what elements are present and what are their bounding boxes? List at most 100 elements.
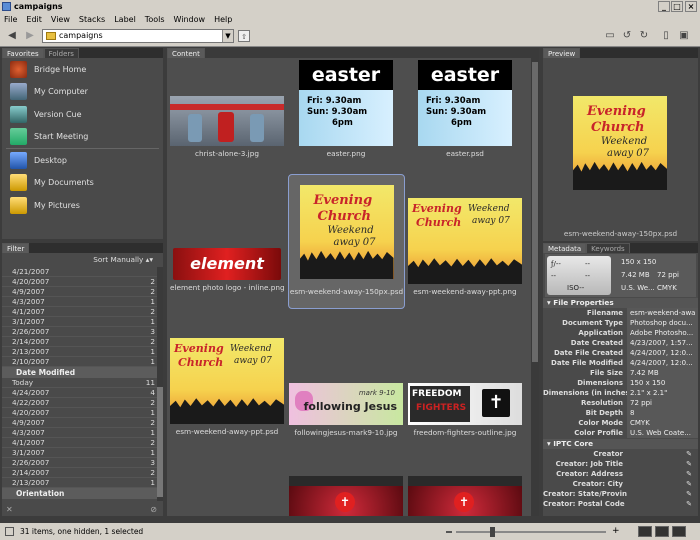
scrollbar-thumb[interactable] bbox=[157, 387, 163, 497]
section-file-properties[interactable]: ▾ File Properties bbox=[543, 298, 698, 308]
tab-metadata[interactable]: Metadata bbox=[543, 243, 587, 253]
edit-pencil-icon[interactable]: ✎ bbox=[686, 479, 692, 489]
clear-filter-icon[interactable]: ✕ bbox=[6, 505, 13, 514]
iptc-row[interactable]: Creator: Address ✎ bbox=[543, 469, 698, 479]
filter-row[interactable]: Today 11 bbox=[2, 378, 163, 388]
favorite-my-documents[interactable]: My Documents bbox=[2, 172, 163, 195]
filter-row[interactable]: 4/24/2007 4 bbox=[2, 388, 163, 398]
view-filmstrip-icon[interactable] bbox=[638, 526, 652, 537]
zoom-in-icon[interactable]: + bbox=[612, 526, 620, 536]
minimize-button[interactable]: _ bbox=[658, 1, 670, 12]
sort-dropdown[interactable]: Sort Manually ▴▾ bbox=[2, 253, 163, 267]
edit-pencil-icon[interactable]: ✎ bbox=[686, 449, 692, 459]
filter-row-count: 4 bbox=[150, 388, 155, 397]
tab-content[interactable]: Content bbox=[167, 48, 205, 58]
tab-folders[interactable]: Folders bbox=[43, 48, 79, 58]
edit-pencil-icon[interactable]: ✎ bbox=[686, 489, 692, 499]
thumbnail-item[interactable]: ✝ bbox=[408, 476, 522, 516]
menu-edit[interactable]: Edit bbox=[26, 13, 42, 26]
filter-row[interactable]: 2/13/2007 1 bbox=[2, 478, 163, 488]
rotate-left-icon[interactable]: ↺ bbox=[621, 30, 633, 42]
view-list-icon[interactable] bbox=[672, 526, 686, 537]
thumbnail-size-slider[interactable] bbox=[456, 527, 606, 537]
tab-filter[interactable]: Filter bbox=[2, 243, 30, 253]
go-up-folder-icon[interactable]: ⇧ bbox=[238, 30, 250, 42]
iptc-row[interactable]: Creator: Postal Code ✎ bbox=[543, 499, 698, 509]
filter-row[interactable]: 3/1/2007 1 bbox=[2, 448, 163, 458]
favorite-desktop[interactable]: Desktop bbox=[2, 149, 163, 172]
iptc-row[interactable]: Creator: Job Title ✎ bbox=[543, 459, 698, 469]
filter-row[interactable]: 4/20/2007 2 bbox=[2, 277, 163, 287]
favorite-version-cue[interactable]: Version Cue bbox=[2, 103, 163, 126]
tab-keywords[interactable]: Keywords bbox=[586, 243, 630, 253]
thumbnail-item[interactable]: easter Fri: 9.30am Sun: 9.30am 6pm easte… bbox=[408, 60, 522, 158]
filter-row[interactable]: 4/20/2007 1 bbox=[2, 408, 163, 418]
content-scrollbar[interactable] bbox=[531, 58, 539, 516]
thumbnail-item[interactable]: ✝ bbox=[289, 476, 403, 516]
menu-window[interactable]: Window bbox=[174, 13, 206, 26]
thumbnail-item[interactable]: Evening Church Weekend away 07 esm-weeke… bbox=[170, 338, 284, 436]
menu-stacks[interactable]: Stacks bbox=[79, 13, 105, 26]
favorite-start-meeting[interactable]: Start Meeting bbox=[2, 126, 163, 149]
pin-filter-icon[interactable]: ⊘ bbox=[150, 505, 157, 514]
thumbnail-item[interactable]: FREEDOM FIGHTERS ✝ freedom-fighters-outl… bbox=[408, 383, 522, 437]
iptc-row[interactable]: Creator: State/Province ✎ bbox=[543, 489, 698, 499]
metadata-value: esm-weekend-awa bbox=[627, 308, 698, 318]
thumbnail-item[interactable]: element element photo logo - inline.png bbox=[170, 248, 285, 292]
rotate-right-icon[interactable]: ↻ bbox=[638, 30, 650, 42]
thumbnail-item-selected[interactable]: Evening Church Weekend away 07 esm-weeke… bbox=[288, 174, 405, 309]
thumbnail-item[interactable]: mark 9-10 following Jesus followingjesus… bbox=[289, 383, 403, 437]
filter-row[interactable]: 4/1/2007 2 bbox=[2, 307, 163, 317]
filter-category-date-modified[interactable]: Date Modified bbox=[2, 367, 163, 378]
iptc-row[interactable]: Creator ✎ bbox=[543, 449, 698, 459]
filter-category-orientation[interactable]: Orientation bbox=[2, 488, 163, 499]
menu-view[interactable]: View bbox=[51, 13, 70, 26]
maximize-button[interactable]: □ bbox=[671, 1, 683, 12]
view-details-icon[interactable] bbox=[655, 526, 669, 537]
section-iptc-core[interactable]: ▾ IPTC Core bbox=[543, 439, 698, 449]
menu-label[interactable]: Label bbox=[114, 13, 136, 26]
filter-row[interactable]: 4/3/2007 1 bbox=[2, 428, 163, 438]
filter-row[interactable]: 4/22/2007 2 bbox=[2, 398, 163, 408]
edit-pencil-icon[interactable]: ✎ bbox=[686, 469, 692, 479]
filter-row[interactable]: 4/9/2007 2 bbox=[2, 287, 163, 297]
menu-file[interactable]: File bbox=[4, 13, 17, 26]
tab-preview[interactable]: Preview bbox=[543, 48, 581, 58]
tab-favorites[interactable]: Favorites bbox=[2, 48, 44, 58]
trash-icon[interactable]: ▯ bbox=[660, 30, 672, 42]
filter-row[interactable]: 4/3/2007 1 bbox=[2, 297, 163, 307]
filter-row[interactable]: 4/21/2007 bbox=[2, 267, 163, 277]
filter-row[interactable]: 2/10/2007 1 bbox=[2, 357, 163, 367]
menu-help[interactable]: Help bbox=[214, 13, 232, 26]
menu-tools[interactable]: Tools bbox=[145, 13, 165, 26]
edit-pencil-icon[interactable]: ✎ bbox=[686, 499, 692, 509]
thumbnail-item[interactable]: christ-alone-3.jpg bbox=[170, 60, 284, 158]
filter-row[interactable]: 2/26/2007 3 bbox=[2, 327, 163, 337]
filter-row[interactable]: 4/1/2007 2 bbox=[2, 438, 163, 448]
filter-row[interactable]: 2/14/2007 2 bbox=[2, 468, 163, 478]
filter-scrollbar[interactable] bbox=[157, 267, 163, 501]
filter-row[interactable]: 3/1/2007 1 bbox=[2, 317, 163, 327]
zoom-out-icon[interactable] bbox=[446, 531, 452, 533]
filter-row[interactable]: 4/9/2007 2 bbox=[2, 418, 163, 428]
filter-row[interactable]: 2/26/2007 3 bbox=[2, 458, 163, 468]
favorite-my-pictures[interactable]: My Pictures bbox=[2, 194, 163, 217]
new-folder-icon[interactable]: ▭ bbox=[604, 30, 616, 42]
scrollbar-thumb[interactable] bbox=[532, 62, 538, 362]
edit-pencil-icon[interactable]: ✎ bbox=[686, 459, 692, 469]
filter-row[interactable]: 2/13/2007 1 bbox=[2, 347, 163, 357]
thumbnail-item[interactable]: Evening Church Weekend away 07 esm-weeke… bbox=[408, 198, 522, 296]
close-button[interactable]: × bbox=[685, 1, 697, 12]
back-arrow-icon[interactable]: ◀ bbox=[6, 30, 18, 42]
compact-mode-icon[interactable]: ▣ bbox=[678, 30, 690, 42]
favorite-bridge-home[interactable]: Bridge Home bbox=[2, 58, 163, 81]
filter-row[interactable]: 2/14/2007 2 bbox=[2, 337, 163, 347]
forward-arrow-icon[interactable]: ▶ bbox=[24, 30, 36, 42]
favorite-my-computer[interactable]: My Computer bbox=[2, 81, 163, 104]
panel-toggle-icon[interactable] bbox=[5, 527, 14, 536]
path-dropdown[interactable]: campaigns ▼ bbox=[42, 29, 234, 43]
chevron-down-icon[interactable]: ▼ bbox=[222, 30, 233, 42]
slider-handle[interactable] bbox=[490, 527, 495, 537]
thumbnail-item[interactable]: easter Fri: 9.30am Sun: 9.30am 6pm easte… bbox=[289, 60, 403, 158]
iptc-row[interactable]: Creator: City ✎ bbox=[543, 479, 698, 489]
